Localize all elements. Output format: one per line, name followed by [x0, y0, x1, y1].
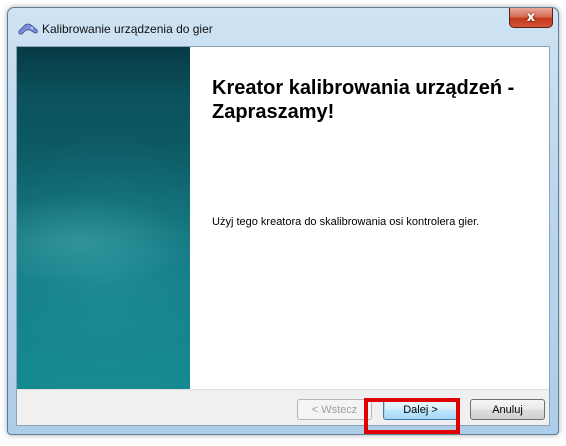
wizard-footer: < Wstecz Dalej > Anuluj: [17, 389, 549, 425]
wizard-window: Kalibrowanie urządzenia do gier x Kreato…: [7, 7, 559, 435]
wizard-description: Użyj tego kreatora do skalibrowania osi …: [212, 216, 480, 228]
window-title: Kalibrowanie urządzenia do gier: [42, 22, 213, 36]
game-controller-icon: [18, 23, 38, 35]
wizard-heading: Kreator kalibrowania urządzeń - Zaprasza…: [212, 77, 515, 123]
close-button[interactable]: x: [509, 8, 553, 28]
cancel-button[interactable]: Anuluj: [470, 399, 545, 420]
back-button[interactable]: < Wstecz: [297, 399, 372, 420]
close-icon: x: [526, 10, 536, 25]
wizard-client-area: Kreator kalibrowania urządzeń - Zaprasza…: [16, 46, 550, 426]
title-bar[interactable]: Kalibrowanie urządzenia do gier x: [8, 8, 558, 46]
wizard-side-graphic: [17, 47, 190, 389]
next-button[interactable]: Dalej >: [383, 399, 458, 420]
